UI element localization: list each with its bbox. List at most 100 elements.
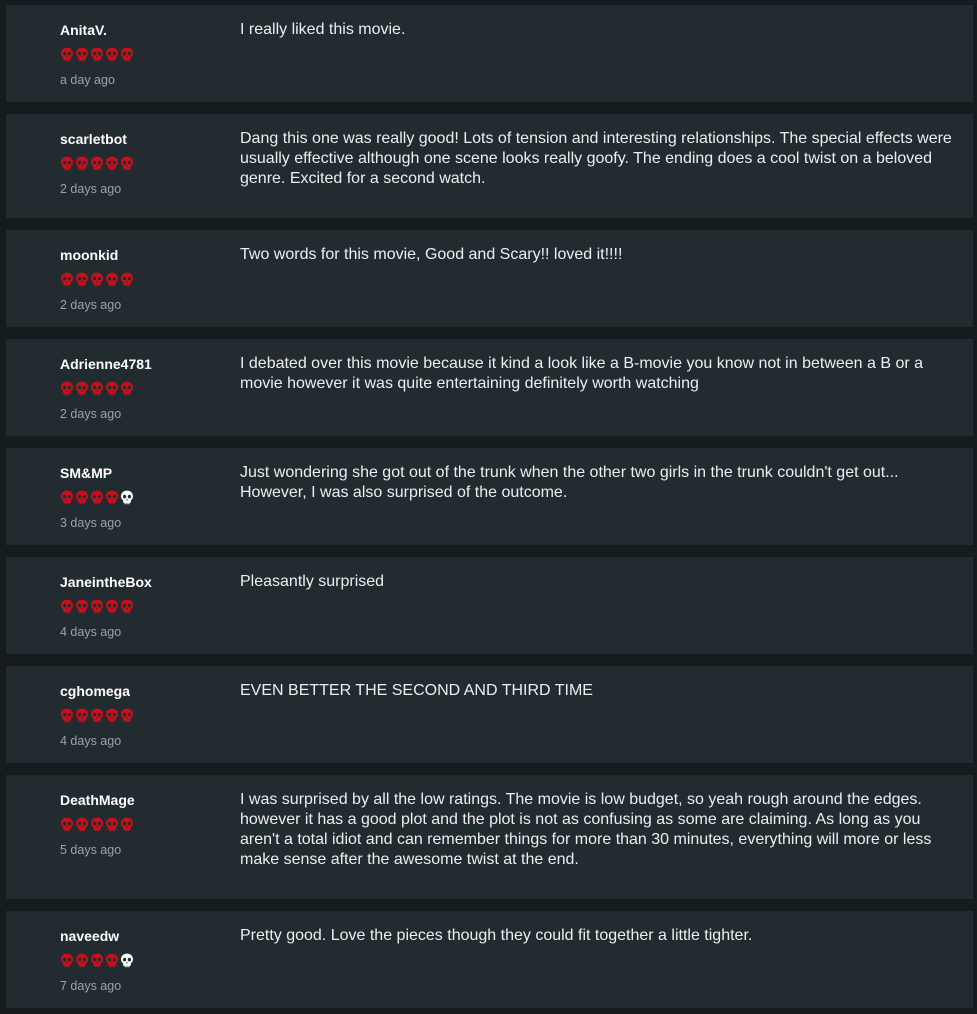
skull-icon bbox=[120, 47, 134, 63]
skull-icon bbox=[105, 381, 119, 397]
review-card-9: naveedw 7 days ago Pretty good. Love the… bbox=[6, 911, 973, 1008]
review-time: 2 days ago bbox=[60, 298, 122, 312]
review-time: 2 days ago bbox=[60, 182, 122, 196]
skull-icon bbox=[75, 272, 89, 288]
review-card-1: AnitaV. a day ago I really liked this mo… bbox=[6, 5, 973, 102]
skull-icon bbox=[90, 599, 104, 615]
review-rating bbox=[60, 47, 230, 63]
review-time: 3 days ago bbox=[60, 516, 122, 530]
skull-icon bbox=[60, 47, 74, 63]
skull-icon bbox=[120, 156, 134, 172]
review-text: EVEN BETTER THE SECOND AND THIRD TIME bbox=[240, 682, 593, 699]
skull-icon bbox=[90, 708, 104, 724]
review-meta: Adrienne4781 2 days ago bbox=[60, 355, 230, 422]
skull-icon bbox=[90, 156, 104, 172]
review-username[interactable]: DeathMage bbox=[60, 791, 230, 809]
skull-icon bbox=[90, 953, 104, 969]
review-username[interactable]: moonkid bbox=[60, 246, 230, 264]
skull-icon bbox=[60, 708, 74, 724]
review-time: 5 days ago bbox=[60, 843, 122, 857]
review-card-3: moonkid 2 days ago Two words for this mo… bbox=[6, 230, 973, 327]
skull-icon bbox=[120, 490, 134, 506]
skull-icon bbox=[120, 381, 134, 397]
review-meta: AnitaV. a day ago bbox=[60, 21, 230, 88]
skull-icon bbox=[90, 817, 104, 833]
review-rating bbox=[60, 490, 230, 506]
review-meta: JaneintheBox 4 days ago bbox=[60, 573, 230, 640]
review-time: 4 days ago bbox=[60, 734, 122, 748]
review-text: I was surprised by all the low ratings. … bbox=[240, 791, 932, 868]
skull-icon bbox=[75, 381, 89, 397]
review-card-2: scarletbot 2 days ago Dang this one was … bbox=[6, 114, 973, 218]
review-time: 2 days ago bbox=[60, 407, 122, 421]
review-username[interactable]: AnitaV. bbox=[60, 21, 230, 39]
skull-icon bbox=[105, 490, 119, 506]
skull-icon bbox=[60, 272, 74, 288]
skull-icon bbox=[60, 599, 74, 615]
review-card-6: JaneintheBox 4 days ago Pleasantly surpr… bbox=[6, 557, 973, 654]
review-meta: scarletbot 2 days ago bbox=[60, 130, 230, 197]
skull-icon bbox=[105, 817, 119, 833]
review-username[interactable]: naveedw bbox=[60, 927, 230, 945]
review-text: Dang this one was really good! Lots of t… bbox=[240, 130, 952, 187]
review-username[interactable]: cghomega bbox=[60, 682, 230, 700]
skull-icon bbox=[75, 953, 89, 969]
skull-icon bbox=[60, 156, 74, 172]
skull-icon bbox=[60, 381, 74, 397]
skull-icon bbox=[105, 953, 119, 969]
skull-icon bbox=[75, 47, 89, 63]
review-username[interactable]: scarletbot bbox=[60, 130, 230, 148]
review-username[interactable]: SM&MP bbox=[60, 464, 230, 482]
review-card-7: cghomega 4 days ago EVEN BETTER THE SECO… bbox=[6, 666, 973, 763]
review-rating bbox=[60, 953, 230, 969]
skull-icon bbox=[105, 599, 119, 615]
review-time: a day ago bbox=[60, 73, 115, 87]
skull-icon bbox=[75, 490, 89, 506]
skull-icon bbox=[75, 817, 89, 833]
review-rating bbox=[60, 381, 230, 397]
skull-icon bbox=[120, 599, 134, 615]
review-rating bbox=[60, 156, 230, 172]
review-text: I really liked this movie. bbox=[240, 21, 406, 38]
skull-icon bbox=[75, 599, 89, 615]
review-rating bbox=[60, 817, 230, 833]
review-meta: SM&MP 3 days ago bbox=[60, 464, 230, 531]
review-text: I debated over this movie because it kin… bbox=[240, 355, 924, 392]
skull-icon bbox=[60, 817, 74, 833]
skull-icon bbox=[90, 381, 104, 397]
skull-icon bbox=[60, 490, 74, 506]
skull-icon bbox=[90, 490, 104, 506]
skull-icon bbox=[105, 708, 119, 724]
review-meta: naveedw 7 days ago bbox=[60, 927, 230, 994]
skull-icon bbox=[105, 272, 119, 288]
review-text: Two words for this movie, Good and Scary… bbox=[240, 246, 623, 263]
review-text: Pretty good. Love the pieces though they… bbox=[240, 927, 753, 944]
review-username[interactable]: JaneintheBox bbox=[60, 573, 230, 591]
review-card-4: Adrienne4781 2 days ago I debated over t… bbox=[6, 339, 973, 436]
review-text: Just wondering she got out of the trunk … bbox=[240, 464, 899, 501]
review-meta: cghomega 4 days ago bbox=[60, 682, 230, 749]
review-card-8: DeathMage 5 days ago I was surprised by … bbox=[6, 775, 973, 899]
review-username[interactable]: Adrienne4781 bbox=[60, 355, 230, 373]
review-time: 4 days ago bbox=[60, 625, 122, 639]
skull-icon bbox=[60, 953, 74, 969]
skull-icon bbox=[120, 817, 134, 833]
skull-icon bbox=[75, 156, 89, 172]
review-rating bbox=[60, 599, 230, 615]
review-text: Pleasantly surprised bbox=[240, 573, 385, 590]
skull-icon bbox=[120, 708, 134, 724]
reviews-page: { "colors": { "background": "#161b1e", "… bbox=[0, 0, 977, 1014]
skull-icon bbox=[90, 47, 104, 63]
review-card-5: SM&MP 3 days ago Just wondering she got … bbox=[6, 448, 973, 545]
skull-icon bbox=[75, 708, 89, 724]
skull-icon bbox=[105, 47, 119, 63]
skull-icon bbox=[105, 156, 119, 172]
review-meta: DeathMage 5 days ago bbox=[60, 791, 230, 858]
skull-icon bbox=[120, 272, 134, 288]
review-meta: moonkid 2 days ago bbox=[60, 246, 230, 313]
review-time: 7 days ago bbox=[60, 979, 122, 993]
review-rating bbox=[60, 272, 230, 288]
skull-icon bbox=[90, 272, 104, 288]
review-rating bbox=[60, 708, 230, 724]
skull-icon bbox=[120, 953, 134, 969]
